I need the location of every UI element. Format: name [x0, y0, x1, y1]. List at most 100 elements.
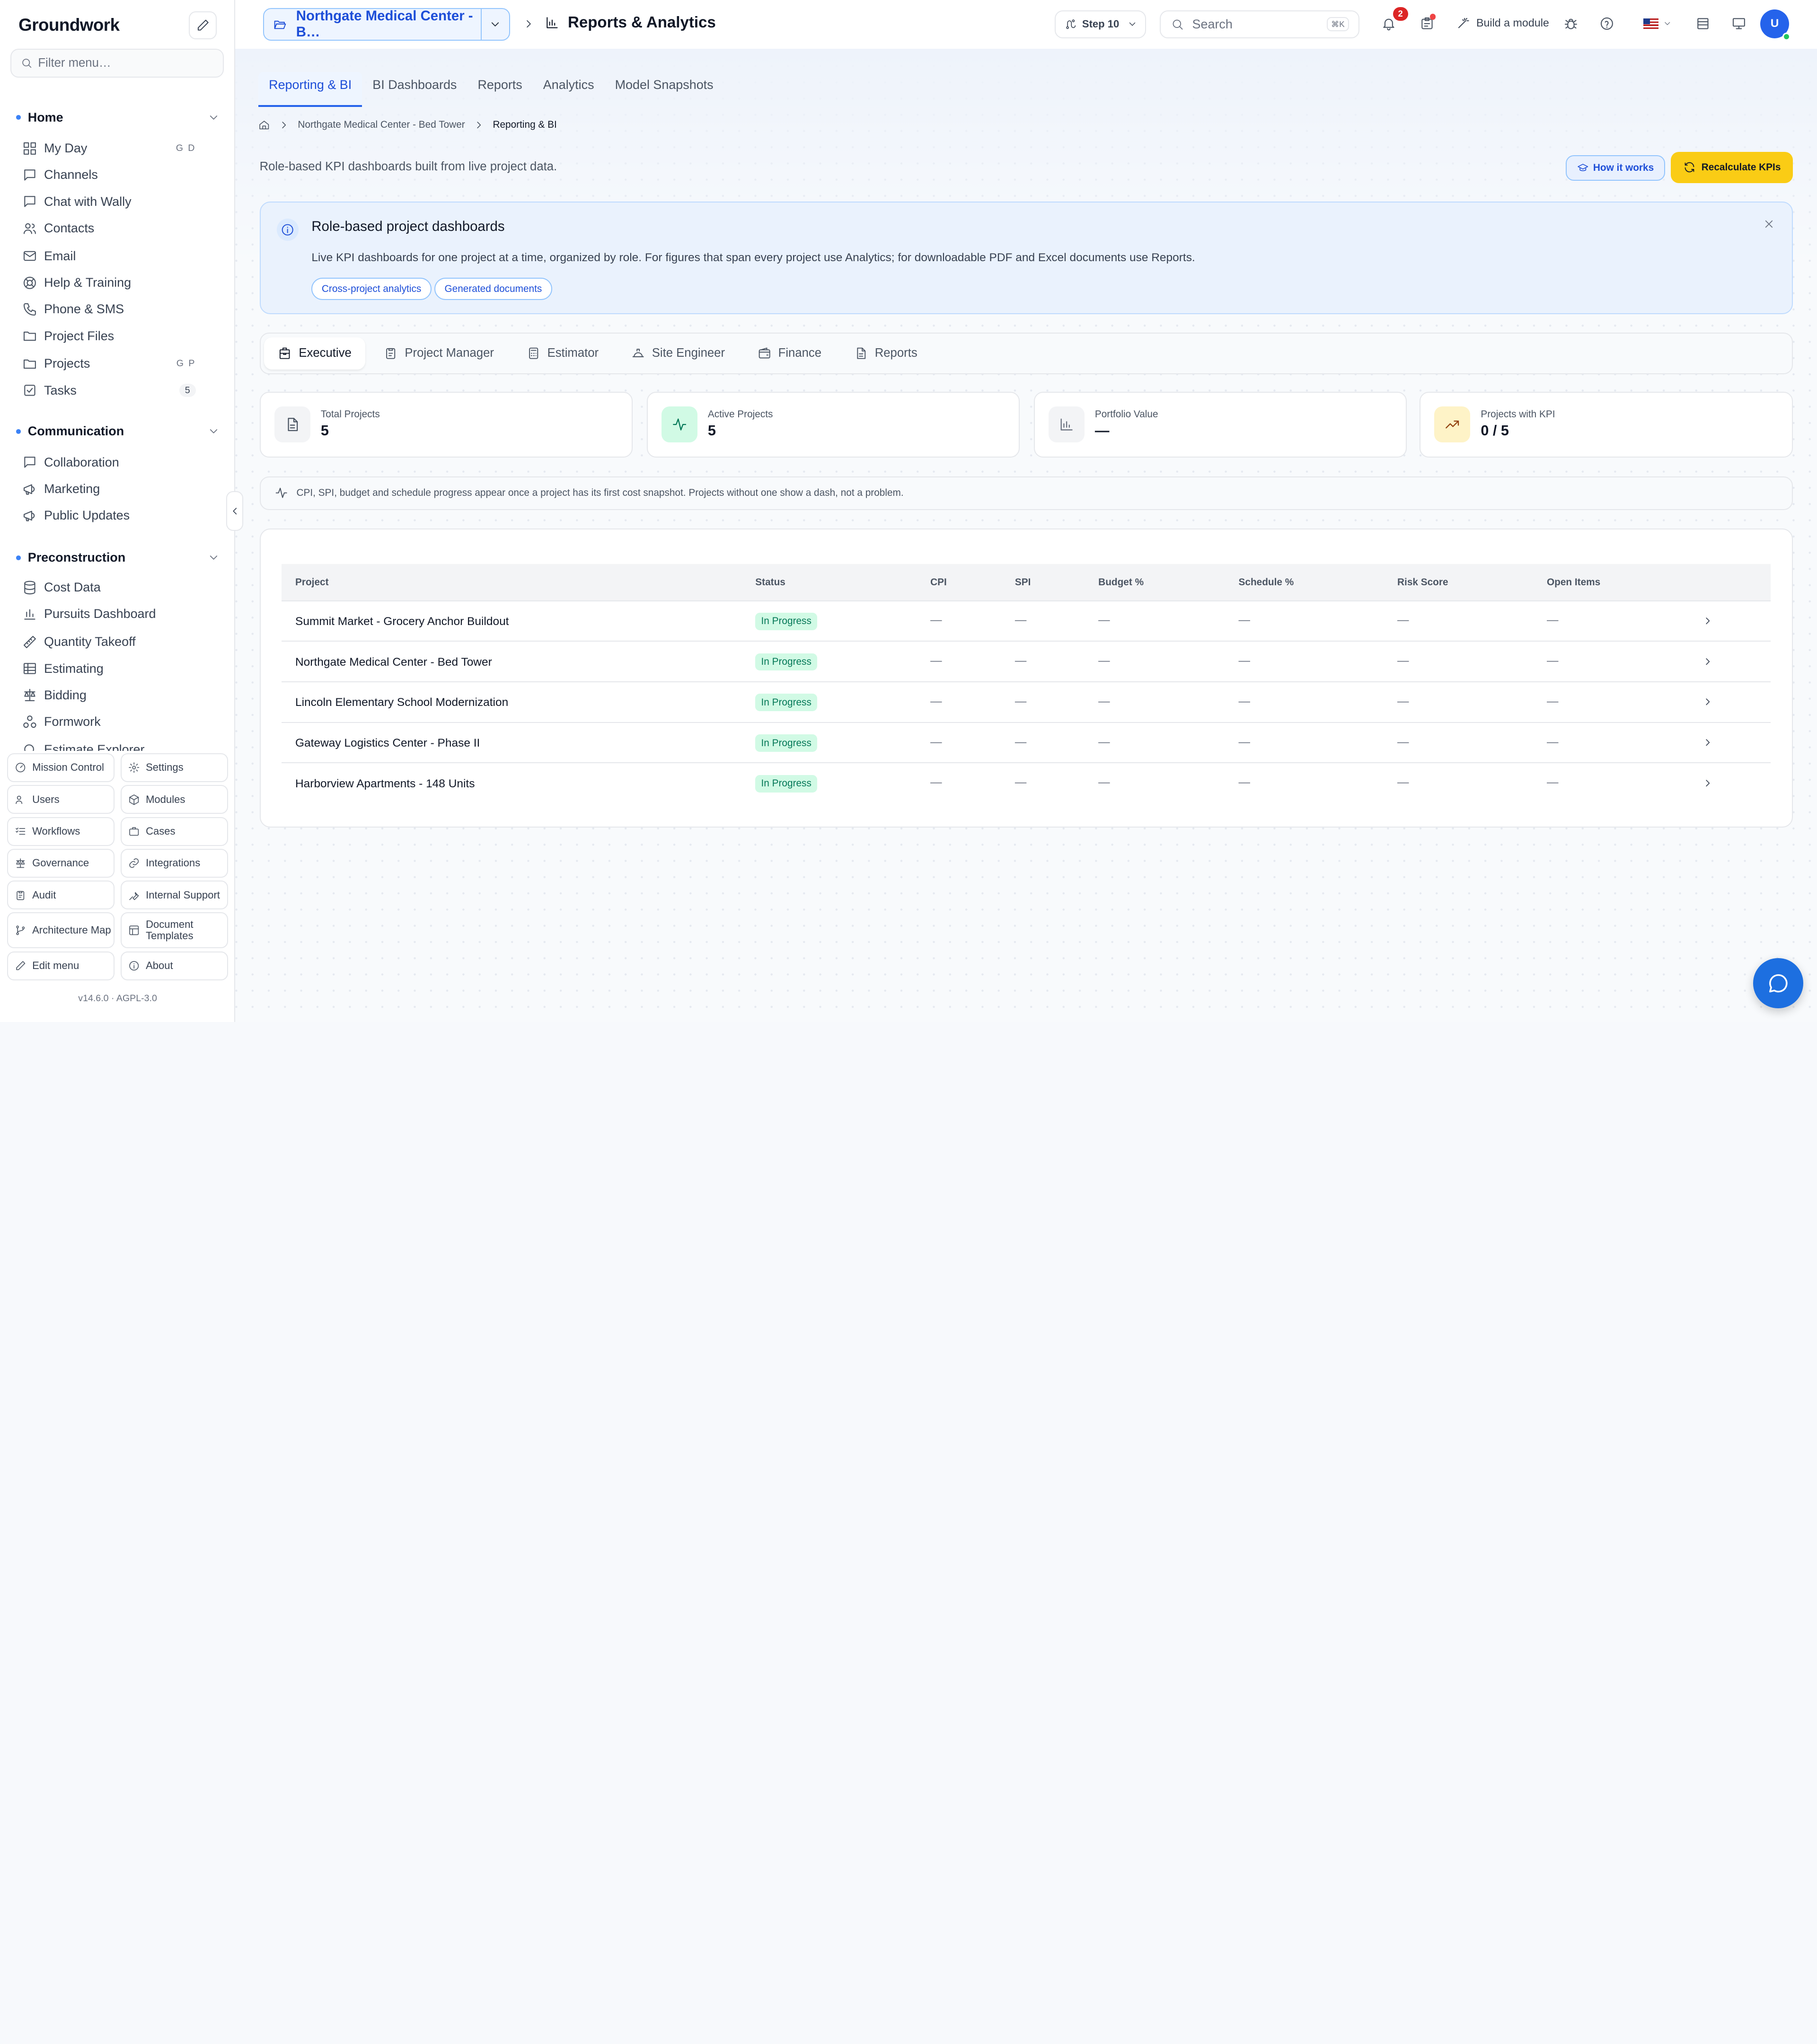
activity-icon — [661, 406, 697, 443]
chevron-right-icon[interactable] — [1702, 696, 1713, 707]
home-icon[interactable] — [258, 119, 270, 131]
language-selector[interactable] — [1643, 18, 1672, 29]
breadcrumb-project[interactable]: Northgate Medical Center - Bed Tower — [298, 119, 465, 131]
sidebar-item-bidding[interactable]: Bidding — [22, 685, 196, 705]
sidebar-item-marketing[interactable]: Marketing — [22, 478, 196, 499]
sidebar-item-collaboration[interactable]: Collaboration — [22, 452, 196, 473]
how-it-works-button[interactable]: How it works — [1565, 155, 1666, 181]
sidebar-item-estimate-explorer[interactable]: Estimate Explorer — [22, 739, 196, 751]
tab-reporting-bi[interactable]: Reporting & BI — [258, 71, 362, 107]
tab-analytics[interactable]: Analytics — [533, 72, 605, 107]
column-header-schedule[interactable]: Schedule % — [1239, 577, 1294, 588]
budget-cell: — — [1098, 776, 1110, 789]
table-row[interactable]: Summit Market - Grocery Anchor Buildout … — [281, 601, 1771, 642]
cpi-cell: — — [930, 654, 942, 668]
column-header-cpi[interactable]: CPI — [930, 577, 947, 588]
tile-architecture-map[interactable]: Architecture Map — [7, 912, 115, 949]
column-header-budget[interactable]: Budget % — [1098, 577, 1144, 588]
layout-button[interactable] — [1695, 16, 1711, 31]
project-selector[interactable]: Northgate Medical Center - B… — [263, 8, 510, 41]
global-search-input[interactable]: Search ⌘K — [1160, 10, 1359, 38]
sidebar-item-tasks[interactable]: Tasks 5 — [22, 380, 196, 401]
sidebar-item-pursuits-dashboard[interactable]: Pursuits Dashboard — [22, 604, 196, 625]
table-row[interactable]: Harborview Apartments - 148 Units In Pro… — [282, 763, 1771, 804]
tile-modules[interactable]: Modules — [120, 785, 229, 814]
tab-reports[interactable]: Reports — [467, 72, 532, 107]
step-selector[interactable]: Step 10 — [1054, 10, 1147, 38]
sidebar-item-email[interactable]: Email — [22, 246, 196, 266]
tile-governance[interactable]: Governance — [7, 848, 115, 878]
column-header-open-items[interactable]: Open Items — [1547, 577, 1600, 588]
tile-cases[interactable]: Cases — [120, 817, 229, 846]
role-tab-site-engineer[interactable]: Site Engineer — [617, 337, 739, 370]
tile-integrations[interactable]: Integrations — [120, 848, 229, 878]
section-preconstruction[interactable]: Preconstruction — [16, 550, 220, 565]
building-icon — [280, 347, 290, 359]
sidebar-item-channels[interactable]: Channels — [22, 165, 196, 185]
build-module-button[interactable]: Build a module — [1456, 16, 1549, 30]
table-row[interactable]: Northgate Medical Center - Bed Tower In … — [281, 642, 1771, 682]
collapse-sidebar-button[interactable] — [226, 491, 244, 531]
phone-icon — [23, 303, 36, 316]
tile-audit[interactable]: Audit — [7, 881, 115, 910]
table-row[interactable]: Lincoln Elementary School Modernization … — [281, 682, 1771, 723]
chevron-right-icon[interactable] — [1702, 656, 1713, 667]
recalculate-kpis-button[interactable]: Recalculate KPIs — [1671, 151, 1793, 183]
notifications-button[interactable] — [1381, 16, 1396, 31]
chat-icon — [24, 169, 35, 181]
filter-menu-input[interactable]: Filter menu… — [10, 48, 224, 78]
tab-bi-dashboards[interactable]: BI Dashboards — [362, 72, 467, 107]
sidebar-item-quantity-takeoff[interactable]: Quantity Takeoff — [22, 632, 196, 652]
chat-assistant-button[interactable] — [1753, 958, 1803, 1008]
section-home[interactable]: Home — [16, 110, 220, 125]
bar-chart-icon — [24, 609, 35, 620]
tile-about[interactable]: About — [120, 951, 229, 980]
wallet-icon — [759, 347, 770, 359]
close-banner-button[interactable] — [1763, 218, 1775, 230]
sidebar-item-label: Public Updates — [44, 508, 130, 523]
tile-edit-menu[interactable]: Edit menu — [7, 951, 115, 980]
project-name-cell: Northgate Medical Center - Bed Tower — [295, 655, 492, 669]
tile-document-templates[interactable]: Document Templates — [120, 912, 229, 949]
sidebar-item-my-day[interactable]: My Day G D — [22, 138, 196, 159]
sidebar-item-estimating[interactable]: Estimating — [22, 658, 196, 679]
sidebar-item-formwork[interactable]: Formwork — [22, 712, 196, 732]
chevron-right-icon[interactable] — [1702, 777, 1713, 789]
column-header-spi[interactable]: SPI — [1015, 577, 1031, 588]
sidebar-item-public-updates[interactable]: Public Updates — [22, 505, 196, 526]
column-header-project[interactable]: Project — [295, 577, 329, 588]
tile-internal-support[interactable]: Internal Support — [120, 881, 229, 910]
sidebar-item-phone-sms[interactable]: Phone & SMS — [22, 299, 196, 320]
role-tab-reports[interactable]: Reports — [840, 337, 931, 370]
generated-documents-link[interactable]: Generated documents — [434, 278, 552, 300]
chevron-right-icon[interactable] — [1702, 737, 1713, 748]
edit-menu-button[interactable] — [189, 11, 217, 40]
tile-mission-control[interactable]: Mission Control — [7, 753, 115, 783]
role-tab-finance[interactable]: Finance — [743, 337, 835, 370]
table-row[interactable]: Gateway Logistics Center - Phase II In P… — [281, 723, 1771, 764]
tile-settings[interactable]: Settings — [120, 753, 229, 783]
sidebar-item-projects[interactable]: Projects G P — [22, 353, 196, 374]
help-button[interactable] — [1599, 16, 1614, 31]
project-selector-label[interactable]: Northgate Medical Center - B… — [264, 8, 482, 40]
project-dropdown-toggle[interactable] — [482, 18, 509, 31]
role-tab-estimator[interactable]: Estimator — [512, 337, 612, 370]
section-communication[interactable]: Communication — [16, 424, 220, 439]
role-tab-executive[interactable]: Executive — [264, 337, 366, 370]
tile-workflows[interactable]: Workflows — [7, 817, 115, 846]
display-button[interactable] — [1731, 16, 1746, 31]
sidebar-item-cost-data[interactable]: Cost Data — [22, 577, 196, 598]
chevron-right-icon[interactable] — [1702, 615, 1713, 626]
tab-model-snapshots[interactable]: Model Snapshots — [605, 72, 724, 107]
sidebar-item-project-files[interactable]: Project Files — [22, 326, 196, 346]
spi-cell: — — [1014, 695, 1027, 708]
cross-project-analytics-link[interactable]: Cross-project analytics — [311, 278, 432, 300]
bug-report-button[interactable] — [1563, 16, 1579, 31]
tile-users[interactable]: Users — [7, 785, 115, 814]
column-header-status[interactable]: Status — [755, 577, 785, 588]
sidebar-item-help-training[interactable]: Help & Training — [22, 273, 196, 293]
role-tab-project-manager[interactable]: Project Manager — [370, 337, 508, 370]
sidebar-item-contacts[interactable]: Contacts — [22, 218, 196, 238]
column-header-risk[interactable]: Risk Score — [1397, 577, 1448, 588]
sidebar-item-chat-with-wally[interactable]: Chat with Wally — [22, 191, 196, 212]
